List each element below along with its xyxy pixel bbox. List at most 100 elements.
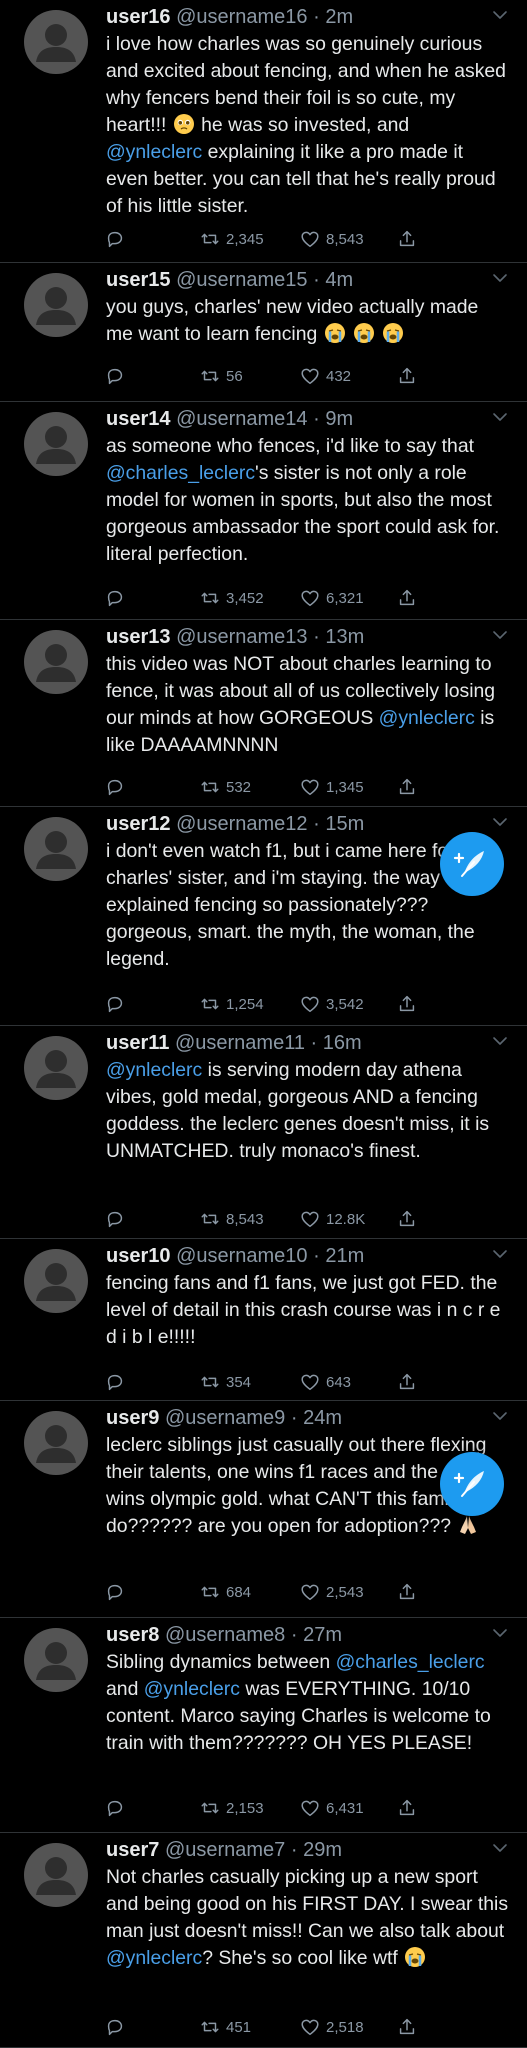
- tweet[interactable]: user7 @username7 · 29m Not charles casua…: [0, 1833, 527, 2048]
- tweet[interactable]: user11 @username11 · 16m @ynleclerc is s…: [0, 1026, 527, 1239]
- tweet[interactable]: user14 @username14 · 9m as someone who f…: [0, 402, 527, 620]
- display-name[interactable]: user8: [106, 1624, 159, 1646]
- timestamp[interactable]: 24m: [303, 1407, 342, 1429]
- chevron-down-icon[interactable]: [491, 269, 509, 287]
- avatar[interactable]: [24, 1411, 88, 1475]
- like-button[interactable]: 2,543: [299, 1580, 364, 1604]
- timestamp[interactable]: 29m: [303, 1839, 342, 1861]
- share-button[interactable]: [396, 1207, 423, 1231]
- share-button[interactable]: [396, 586, 423, 610]
- retweet-button[interactable]: 451: [199, 2015, 251, 2039]
- tweet[interactable]: user10 @username10 · 21m fencing fans an…: [0, 1239, 527, 1401]
- chevron-down-icon[interactable]: [491, 408, 509, 426]
- like-button[interactable]: 2,518: [299, 2015, 364, 2039]
- reply-button[interactable]: [104, 364, 131, 388]
- retweet-button[interactable]: 2,345: [199, 227, 264, 251]
- like-button[interactable]: 6,321: [299, 586, 364, 610]
- timestamp[interactable]: 16m: [323, 1032, 362, 1054]
- username-handle[interactable]: @username16: [176, 6, 307, 28]
- share-button[interactable]: [396, 364, 423, 388]
- mention-link[interactable]: @ynleclerc: [106, 141, 202, 163]
- like-button[interactable]: 643: [299, 1370, 351, 1394]
- timestamp[interactable]: 9m: [325, 408, 353, 430]
- reply-button[interactable]: [104, 586, 131, 610]
- tweet[interactable]: user8 @username8 · 27m Sibling dynamics …: [0, 1618, 527, 1833]
- timestamp[interactable]: 27m: [303, 1624, 342, 1646]
- compose-tweet-button[interactable]: [440, 832, 504, 896]
- reply-button[interactable]: [104, 227, 131, 251]
- avatar[interactable]: [24, 1843, 88, 1907]
- username-handle[interactable]: @username14: [176, 408, 307, 430]
- display-name[interactable]: user15: [106, 269, 171, 291]
- username-handle[interactable]: @username9: [165, 1407, 285, 1429]
- chevron-down-icon[interactable]: [491, 1839, 509, 1857]
- timestamp[interactable]: 2m: [325, 6, 353, 28]
- reply-button[interactable]: [104, 1580, 131, 1604]
- share-button[interactable]: [396, 227, 423, 251]
- share-button[interactable]: [396, 2015, 423, 2039]
- reply-button[interactable]: [104, 2015, 131, 2039]
- tweet[interactable]: user15 @username15 · 4m you guys, charle…: [0, 263, 527, 402]
- retweet-button[interactable]: 2,153: [199, 1796, 264, 1820]
- share-button[interactable]: [396, 1796, 423, 1820]
- retweet-button[interactable]: 1,254: [199, 992, 264, 1016]
- username-handle[interactable]: @username10: [176, 1245, 307, 1267]
- timestamp[interactable]: 4m: [325, 269, 353, 291]
- avatar[interactable]: [24, 817, 88, 881]
- username-handle[interactable]: @username7: [165, 1839, 285, 1861]
- display-name[interactable]: user10: [106, 1245, 171, 1267]
- timestamp[interactable]: 21m: [325, 1245, 364, 1267]
- retweet-button[interactable]: 3,452: [199, 586, 264, 610]
- avatar[interactable]: [24, 10, 88, 74]
- chevron-down-icon[interactable]: [491, 1624, 509, 1642]
- like-button[interactable]: 1,345: [299, 775, 364, 799]
- display-name[interactable]: user7: [106, 1839, 159, 1861]
- reply-button[interactable]: [104, 1796, 131, 1820]
- like-button[interactable]: 6,431: [299, 1796, 364, 1820]
- display-name[interactable]: user14: [106, 408, 171, 430]
- tweet[interactable]: user16 @username16 · 2m i love how charl…: [0, 0, 527, 263]
- retweet-button[interactable]: 8,543: [199, 1207, 264, 1231]
- mention-link[interactable]: @ynleclerc: [379, 707, 475, 729]
- timestamp[interactable]: 13m: [325, 626, 364, 648]
- display-name[interactable]: user13: [106, 626, 171, 648]
- display-name[interactable]: user12: [106, 813, 171, 835]
- like-button[interactable]: 3,542: [299, 992, 364, 1016]
- like-button[interactable]: 8,543: [299, 227, 364, 251]
- like-button[interactable]: 12.8K: [299, 1207, 365, 1231]
- share-button[interactable]: [396, 1580, 423, 1604]
- retweet-button[interactable]: 532: [199, 775, 251, 799]
- chevron-down-icon[interactable]: [491, 1407, 509, 1425]
- avatar[interactable]: [24, 1628, 88, 1692]
- mention-link[interactable]: @ynleclerc: [144, 1678, 240, 1700]
- chevron-down-icon[interactable]: [491, 1032, 509, 1050]
- chevron-down-icon[interactable]: [491, 1245, 509, 1263]
- display-name[interactable]: user9: [106, 1407, 159, 1429]
- username-handle[interactable]: @username8: [165, 1624, 285, 1646]
- tweet[interactable]: user13 @username13 · 13m this video was …: [0, 620, 527, 807]
- mention-link[interactable]: @charles_leclerc: [336, 1651, 485, 1673]
- chevron-down-icon[interactable]: [491, 6, 509, 24]
- username-handle[interactable]: @username15: [176, 269, 307, 291]
- avatar[interactable]: [24, 1249, 88, 1313]
- compose-tweet-button[interactable]: [440, 1452, 504, 1516]
- reply-button[interactable]: [104, 1207, 131, 1231]
- chevron-down-icon[interactable]: [491, 813, 509, 831]
- share-button[interactable]: [396, 992, 423, 1016]
- retweet-button[interactable]: 56: [199, 364, 243, 388]
- avatar[interactable]: [24, 1036, 88, 1100]
- mention-link[interactable]: @charles_leclerc: [106, 462, 255, 484]
- username-handle[interactable]: @username11: [175, 1032, 305, 1054]
- username-handle[interactable]: @username13: [176, 626, 307, 648]
- avatar[interactable]: [24, 630, 88, 694]
- share-button[interactable]: [396, 1370, 423, 1394]
- avatar[interactable]: [24, 412, 88, 476]
- share-button[interactable]: [396, 775, 423, 799]
- retweet-button[interactable]: 684: [199, 1580, 251, 1604]
- like-button[interactable]: 432: [299, 364, 351, 388]
- mention-link[interactable]: @ynleclerc: [106, 1059, 202, 1081]
- timestamp[interactable]: 15m: [325, 813, 364, 835]
- display-name[interactable]: user16: [106, 6, 171, 28]
- reply-button[interactable]: [104, 992, 131, 1016]
- display-name[interactable]: user11: [106, 1032, 169, 1054]
